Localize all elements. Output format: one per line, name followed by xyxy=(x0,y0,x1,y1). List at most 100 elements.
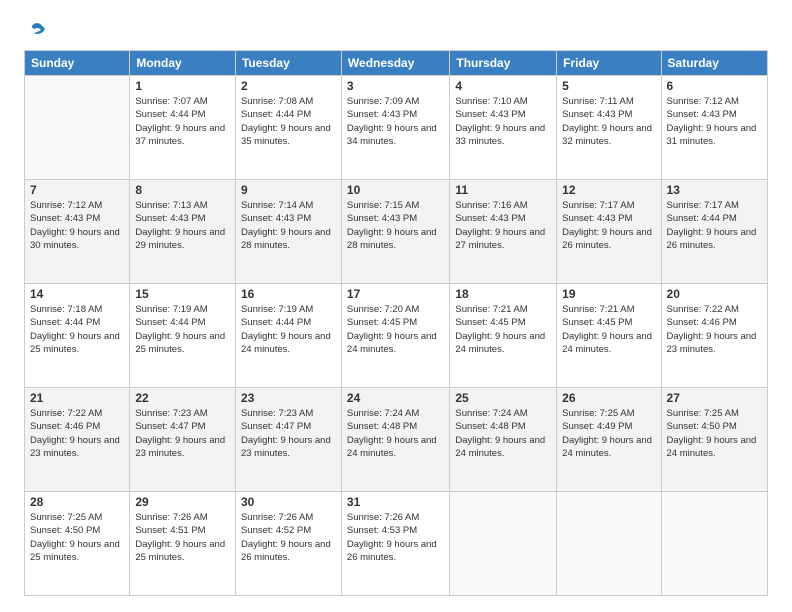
day-number: 25 xyxy=(455,391,551,405)
day-info: Sunrise: 7:14 AMSunset: 4:43 PMDaylight:… xyxy=(241,199,336,252)
day-info: Sunrise: 7:26 AMSunset: 4:52 PMDaylight:… xyxy=(241,511,336,564)
day-number: 19 xyxy=(562,287,655,301)
day-info: Sunrise: 7:25 AMSunset: 4:50 PMDaylight:… xyxy=(667,407,762,460)
day-info: Sunrise: 7:22 AMSunset: 4:46 PMDaylight:… xyxy=(667,303,762,356)
calendar-cell: 3 Sunrise: 7:09 AMSunset: 4:43 PMDaylight… xyxy=(341,76,449,180)
day-number: 7 xyxy=(30,183,124,197)
day-number: 30 xyxy=(241,495,336,509)
day-info: Sunrise: 7:18 AMSunset: 4:44 PMDaylight:… xyxy=(30,303,124,356)
day-info: Sunrise: 7:21 AMSunset: 4:45 PMDaylight:… xyxy=(455,303,551,356)
day-number: 11 xyxy=(455,183,551,197)
day-info: Sunrise: 7:15 AMSunset: 4:43 PMDaylight:… xyxy=(347,199,444,252)
day-number: 27 xyxy=(667,391,762,405)
calendar-cell: 2Sunrise: 7:08 AMSunset: 4:44 PMDaylight… xyxy=(235,76,341,180)
calendar-table: Sunday Monday Tuesday Wednesday Thursday… xyxy=(24,50,768,596)
day-number: 16 xyxy=(241,287,336,301)
day-number: 18 xyxy=(455,287,551,301)
calendar-cell xyxy=(661,492,767,596)
calendar-cell: 23 Sunrise: 7:23 AMSunset: 4:47 PMDayligh… xyxy=(235,388,341,492)
day-info: Sunrise: 7:12 AMSunset: 4:43 PMDaylight:… xyxy=(30,199,124,252)
calendar-cell xyxy=(25,76,130,180)
calendar-cell xyxy=(557,492,661,596)
calendar-cell: 14 Sunrise: 7:18 AMSunset: 4:44 PMDayligh… xyxy=(25,284,130,388)
day-number: 10 xyxy=(347,183,444,197)
day-number: 28 xyxy=(30,495,124,509)
day-info: Sunrise: 7:26 AMSunset: 4:51 PMDaylight:… xyxy=(135,511,230,564)
day-number: 14 xyxy=(30,287,124,301)
day-info: Sunrise: 7:17 AMSunset: 4:44 PMDaylight:… xyxy=(667,199,762,252)
day-number: 21 xyxy=(30,391,124,405)
calendar-cell: 30 Sunrise: 7:26 AMSunset: 4:52 PMDayligh… xyxy=(235,492,341,596)
day-info: Sunrise: 7:17 AMSunset: 4:43 PMDaylight:… xyxy=(562,199,655,252)
day-info: Sunrise: 7:26 AMSunset: 4:53 PMDaylight:… xyxy=(347,511,444,564)
calendar-week-row: 7 Sunrise: 7:12 AMSunset: 4:43 PMDaylight… xyxy=(25,180,768,284)
calendar-cell: 19Sunrise: 7:21 AMSunset: 4:45 PMDayligh… xyxy=(557,284,661,388)
calendar-cell: 11 Sunrise: 7:16 AMSunset: 4:43 PMDayligh… xyxy=(450,180,557,284)
calendar-cell: 13 Sunrise: 7:17 AMSunset: 4:44 PMDayligh… xyxy=(661,180,767,284)
calendar-cell: 25 Sunrise: 7:24 AMSunset: 4:48 PMDayligh… xyxy=(450,388,557,492)
calendar-cell: 6Sunrise: 7:12 AMSunset: 4:43 PMDaylight… xyxy=(661,76,767,180)
day-number: 15 xyxy=(135,287,230,301)
day-number: 29 xyxy=(135,495,230,509)
day-info: Sunrise: 7:24 AMSunset: 4:48 PMDaylight:… xyxy=(455,407,551,460)
calendar-week-row: 21 Sunrise: 7:22 AMSunset: 4:46 PMDayligh… xyxy=(25,388,768,492)
calendar-cell: 12Sunrise: 7:17 AMSunset: 4:43 PMDayligh… xyxy=(557,180,661,284)
calendar-cell: 28 Sunrise: 7:25 AMSunset: 4:50 PMDayligh… xyxy=(25,492,130,596)
header xyxy=(24,20,768,40)
day-info: Sunrise: 7:16 AMSunset: 4:43 PMDaylight:… xyxy=(455,199,551,252)
calendar-cell: 4 Sunrise: 7:10 AMSunset: 4:43 PMDaylight… xyxy=(450,76,557,180)
calendar-cell: 18 Sunrise: 7:21 AMSunset: 4:45 PMDayligh… xyxy=(450,284,557,388)
day-info: Sunrise: 7:19 AMSunset: 4:44 PMDaylight:… xyxy=(241,303,336,356)
day-number: 31 xyxy=(347,495,444,509)
day-info: Sunrise: 7:07 AMSunset: 4:44 PMDaylight:… xyxy=(135,95,230,148)
day-number: 3 xyxy=(347,79,444,93)
calendar-cell: 21 Sunrise: 7:22 AMSunset: 4:46 PMDayligh… xyxy=(25,388,130,492)
calendar-cell: 22Sunrise: 7:23 AMSunset: 4:47 PMDayligh… xyxy=(130,388,236,492)
header-row: Sunday Monday Tuesday Wednesday Thursday… xyxy=(25,51,768,76)
day-info: Sunrise: 7:13 AMSunset: 4:43 PMDaylight:… xyxy=(135,199,230,252)
col-sunday: Sunday xyxy=(25,51,130,76)
day-number: 17 xyxy=(347,287,444,301)
day-number: 4 xyxy=(455,79,551,93)
logo-bird-icon xyxy=(26,20,46,40)
day-number: 23 xyxy=(241,391,336,405)
day-number: 20 xyxy=(667,287,762,301)
day-info: Sunrise: 7:25 AMSunset: 4:50 PMDaylight:… xyxy=(30,511,124,564)
day-number: 13 xyxy=(667,183,762,197)
calendar-week-row: 28 Sunrise: 7:25 AMSunset: 4:50 PMDayligh… xyxy=(25,492,768,596)
calendar-cell xyxy=(450,492,557,596)
col-thursday: Thursday xyxy=(450,51,557,76)
day-info: Sunrise: 7:19 AMSunset: 4:44 PMDaylight:… xyxy=(135,303,230,356)
logo xyxy=(24,20,46,40)
calendar-cell: 16 Sunrise: 7:19 AMSunset: 4:44 PMDayligh… xyxy=(235,284,341,388)
calendar-cell: 10 Sunrise: 7:15 AMSunset: 4:43 PMDayligh… xyxy=(341,180,449,284)
calendar-cell: 8 Sunrise: 7:13 AMSunset: 4:43 PMDaylight… xyxy=(130,180,236,284)
day-info: Sunrise: 7:10 AMSunset: 4:43 PMDaylight:… xyxy=(455,95,551,148)
calendar-week-row: 1 Sunrise: 7:07 AMSunset: 4:44 PMDaylight… xyxy=(25,76,768,180)
day-number: 22 xyxy=(135,391,230,405)
col-wednesday: Wednesday xyxy=(341,51,449,76)
col-monday: Monday xyxy=(130,51,236,76)
day-info: Sunrise: 7:22 AMSunset: 4:46 PMDaylight:… xyxy=(30,407,124,460)
day-info: Sunrise: 7:09 AMSunset: 4:43 PMDaylight:… xyxy=(347,95,444,148)
calendar-cell: 15 Sunrise: 7:19 AMSunset: 4:44 PMDayligh… xyxy=(130,284,236,388)
day-info: Sunrise: 7:08 AMSunset: 4:44 PMDaylight:… xyxy=(241,95,336,148)
calendar-cell: 17 Sunrise: 7:20 AMSunset: 4:45 PMDayligh… xyxy=(341,284,449,388)
col-friday: Friday xyxy=(557,51,661,76)
calendar-cell: 31 Sunrise: 7:26 AMSunset: 4:53 PMDayligh… xyxy=(341,492,449,596)
calendar-cell: 26Sunrise: 7:25 AMSunset: 4:49 PMDayligh… xyxy=(557,388,661,492)
calendar-cell: 9 Sunrise: 7:14 AMSunset: 4:43 PMDaylight… xyxy=(235,180,341,284)
day-info: Sunrise: 7:23 AMSunset: 4:47 PMDaylight:… xyxy=(241,407,336,460)
day-info: Sunrise: 7:20 AMSunset: 4:45 PMDaylight:… xyxy=(347,303,444,356)
day-number: 8 xyxy=(135,183,230,197)
day-number: 1 xyxy=(135,79,230,93)
day-number: 9 xyxy=(241,183,336,197)
calendar-cell: 1 Sunrise: 7:07 AMSunset: 4:44 PMDaylight… xyxy=(130,76,236,180)
day-number: 6 xyxy=(667,79,762,93)
calendar-cell: 29 Sunrise: 7:26 AMSunset: 4:51 PMDayligh… xyxy=(130,492,236,596)
calendar-cell: 5Sunrise: 7:11 AMSunset: 4:43 PMDaylight… xyxy=(557,76,661,180)
calendar-week-row: 14 Sunrise: 7:18 AMSunset: 4:44 PMDayligh… xyxy=(25,284,768,388)
calendar-cell: 20 Sunrise: 7:22 AMSunset: 4:46 PMDayligh… xyxy=(661,284,767,388)
calendar-cell: 7 Sunrise: 7:12 AMSunset: 4:43 PMDaylight… xyxy=(25,180,130,284)
page: Sunday Monday Tuesday Wednesday Thursday… xyxy=(0,0,792,612)
